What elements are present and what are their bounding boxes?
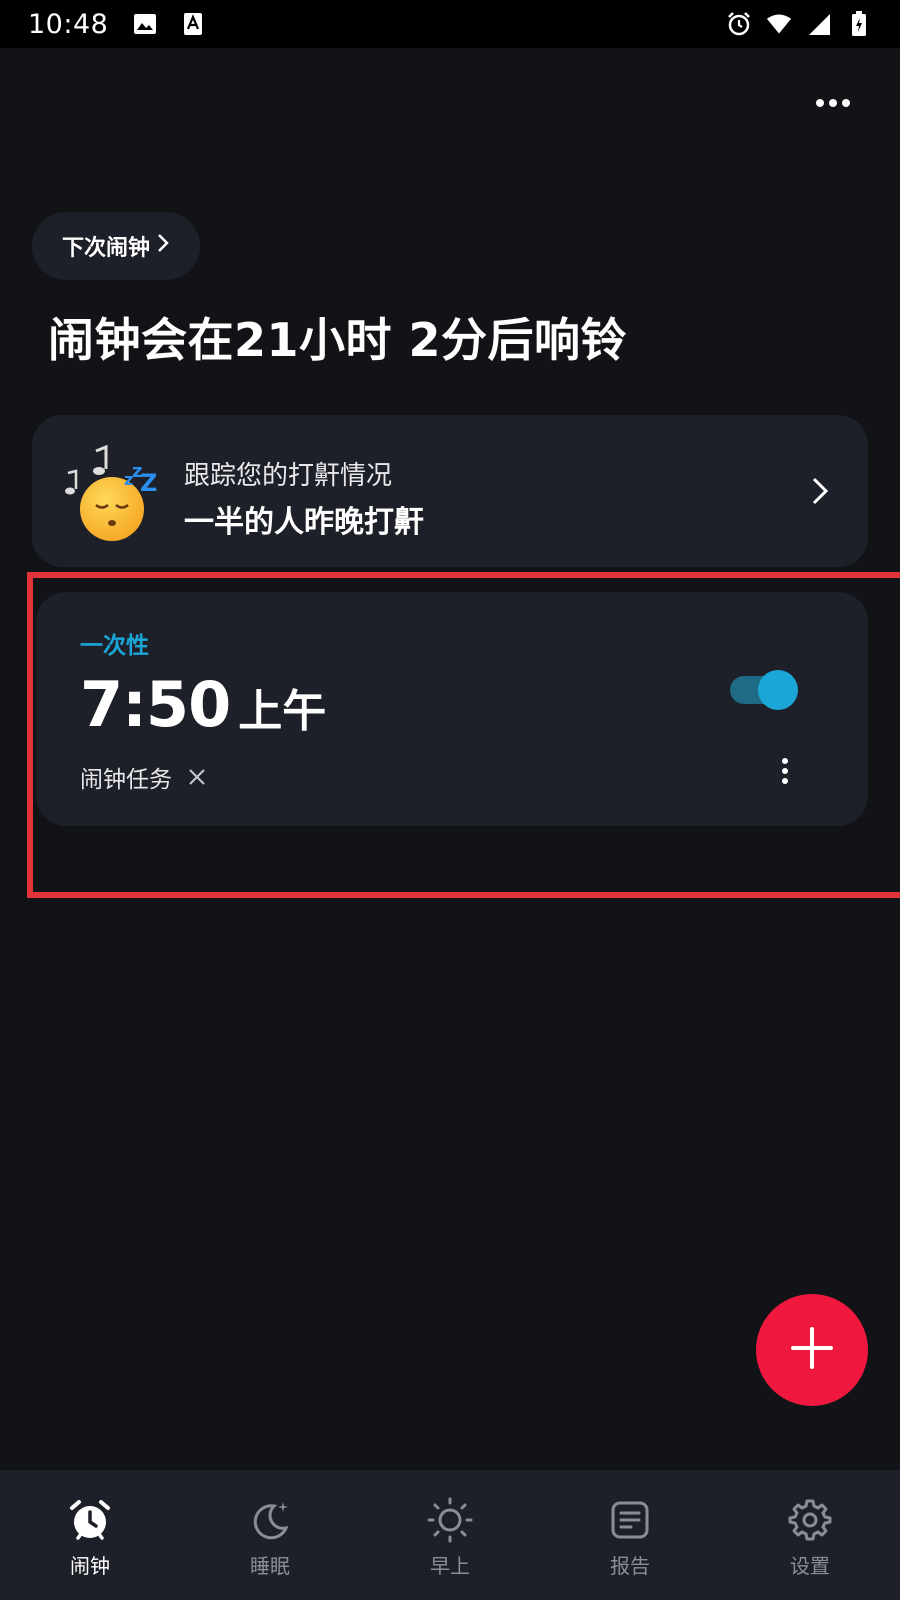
a-icon bbox=[180, 11, 206, 37]
status-left-icons bbox=[132, 11, 206, 37]
snore-card-title: 一半的人昨晚打鼾 bbox=[184, 505, 424, 540]
plus-icon bbox=[790, 1326, 834, 1374]
alarm-time: 7:50 bbox=[80, 668, 231, 741]
toggle-thumb bbox=[758, 670, 798, 710]
nav-label: 闹钟 bbox=[70, 1554, 110, 1578]
wifi-icon bbox=[766, 11, 792, 37]
nav-label: 设置 bbox=[790, 1554, 830, 1578]
battery-icon bbox=[846, 11, 872, 37]
signal-icon bbox=[806, 11, 832, 37]
more-vertical-icon bbox=[782, 758, 788, 764]
sun-icon bbox=[426, 1496, 474, 1544]
next-alarm-label: 下次闹钟 bbox=[61, 236, 150, 261]
status-right-icons bbox=[726, 11, 872, 37]
moon-icon bbox=[246, 1496, 294, 1544]
nav-item-morning[interactable]: 早上 bbox=[360, 1470, 540, 1600]
more-horizontal-icon bbox=[816, 99, 850, 107]
chevron-right-icon bbox=[808, 471, 832, 511]
svg-text:Z: Z bbox=[140, 469, 157, 497]
alarm-repeat-label: 一次性 bbox=[80, 633, 149, 659]
alarm-more-button[interactable] bbox=[778, 754, 792, 788]
more-options-button[interactable] bbox=[808, 88, 858, 118]
alarm-time-row: 7:50 上午 bbox=[80, 668, 326, 741]
nav-label: 报告 bbox=[610, 1554, 650, 1578]
sleeping-emoji-icon: z z Z bbox=[62, 443, 158, 543]
snore-card-subtitle: 跟踪您的打鼾情况 bbox=[184, 461, 393, 491]
gear-icon bbox=[786, 1496, 834, 1544]
status-bar: 10:48 bbox=[0, 0, 900, 48]
alarm-icon bbox=[726, 11, 752, 37]
alarm-mission[interactable]: 闹钟任务 bbox=[80, 760, 208, 794]
image-icon bbox=[132, 11, 158, 37]
add-alarm-button[interactable] bbox=[756, 1294, 868, 1406]
page-title: 闹钟会在21小时 2分后响铃 bbox=[48, 313, 628, 367]
bottom-nav: 闹钟 睡眠 早上 报告 设置 bbox=[0, 1470, 900, 1600]
nav-label: 睡眠 bbox=[250, 1554, 290, 1578]
alarm-mission-label: 闹钟任务 bbox=[80, 767, 172, 793]
alarm-ampm: 上午 bbox=[238, 686, 327, 737]
alarm-clock-icon bbox=[66, 1496, 114, 1544]
alarm-card[interactable]: 一次性 7:50 上午 闹钟任务 bbox=[36, 592, 868, 826]
nav-label: 早上 bbox=[430, 1554, 470, 1578]
alarm-enabled-toggle[interactable] bbox=[730, 670, 798, 710]
chevron-right-icon bbox=[156, 232, 170, 260]
snore-tracking-card[interactable]: z z Z 跟踪您的打鼾情况 一半的人昨晚打鼾 bbox=[32, 415, 868, 567]
report-icon bbox=[606, 1496, 654, 1544]
nav-item-alarm[interactable]: 闹钟 bbox=[0, 1470, 180, 1600]
next-alarm-button[interactable]: 下次闹钟 bbox=[32, 212, 200, 280]
nav-item-settings[interactable]: 设置 bbox=[720, 1470, 900, 1600]
nav-item-sleep[interactable]: 睡眠 bbox=[180, 1470, 360, 1600]
close-icon bbox=[186, 766, 208, 788]
status-time: 10:48 bbox=[28, 8, 109, 40]
nav-item-report[interactable]: 报告 bbox=[540, 1470, 720, 1600]
